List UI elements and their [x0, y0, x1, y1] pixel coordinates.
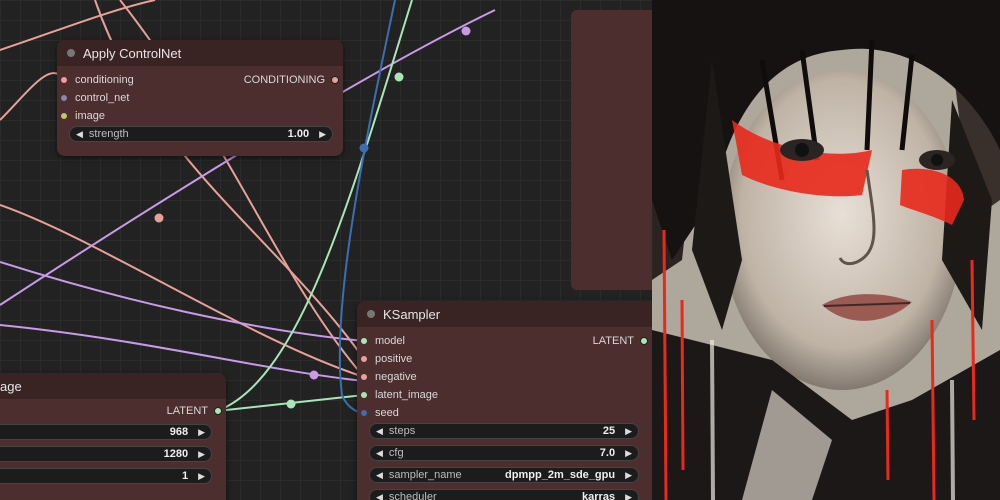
widget-label: cfg [388, 447, 404, 459]
widget-value: 1.00 [287, 128, 310, 140]
wire-reroute-dot[interactable] [394, 72, 404, 82]
slot-label: seed [375, 407, 399, 419]
slot-label: control_net [75, 92, 130, 104]
decrement-arrow-icon[interactable]: ◀ [376, 426, 383, 437]
wire-conditioning [0, 72, 65, 121]
sampler-name-widget[interactable]: ◀ sampler_name dpmpp_2m_sde_gpu ▶ [369, 467, 639, 483]
input-slot-negative[interactable]: negative [361, 369, 417, 385]
batch-size-widget[interactable]: 1 ▶ [0, 468, 212, 484]
node-title: age [0, 378, 22, 394]
widget-value: dpmpp_2m_sde_gpu [505, 469, 616, 481]
widget-label: steps [388, 425, 416, 437]
image-preview [652, 0, 1000, 500]
increment-arrow-icon[interactable]: ▶ [319, 129, 326, 140]
input-slot-image[interactable]: image [61, 108, 105, 124]
decrement-arrow-icon[interactable]: ◀ [376, 470, 383, 481]
slot-label: LATENT [592, 335, 634, 347]
strength-widget[interactable]: ◀ strength 1.00 ▶ [69, 126, 333, 142]
portrait-illustration [652, 0, 1000, 500]
ksampler-node[interactable]: KSampler model positive negative latent_… [357, 301, 652, 500]
wire-reroute-dot[interactable] [461, 26, 471, 36]
width-widget[interactable]: 968 ▶ [0, 424, 212, 440]
input-slot-latent-image[interactable]: latent_image [361, 387, 438, 403]
slot-dot-icon[interactable] [640, 337, 648, 345]
output-slot-latent[interactable]: LATENT [593, 333, 648, 349]
node-title: KSampler [383, 306, 441, 322]
wire-reroute-dot[interactable] [286, 399, 296, 409]
output-slot-latent[interactable]: LATENT [167, 403, 222, 419]
widget-value: karras [582, 491, 616, 500]
decrement-arrow-icon[interactable]: ◀ [376, 492, 383, 500]
decrement-arrow-icon[interactable]: ◀ [376, 448, 383, 459]
widget-label: strength [88, 128, 129, 140]
slot-dot-icon[interactable] [361, 392, 367, 398]
widget-value: 968 [169, 426, 189, 438]
node-title: Apply ControlNet [83, 45, 182, 61]
slot-dot-icon[interactable] [361, 338, 367, 344]
slot-label: latent_image [375, 389, 438, 401]
slot-label: conditioning [75, 74, 134, 86]
slot-dot-icon[interactable] [361, 374, 367, 380]
decrement-arrow-icon[interactable]: ◀ [76, 129, 83, 140]
increment-arrow-icon[interactable]: ▶ [198, 449, 205, 460]
wire-reroute-dot[interactable] [154, 213, 164, 223]
input-slot-control-net[interactable]: control_net [61, 90, 129, 106]
cfg-widget[interactable]: ◀ cfg 7.0 ▶ [369, 445, 639, 461]
apply-controlnet-node[interactable]: Apply ControlNet conditioning control_ne… [57, 40, 343, 156]
scheduler-widget[interactable]: ◀ scheduler karras ▶ [369, 489, 639, 500]
partial-node[interactable] [571, 10, 652, 290]
slot-label: negative [375, 371, 417, 383]
increment-arrow-icon[interactable]: ▶ [625, 426, 632, 437]
widget-label: scheduler [388, 491, 437, 500]
node-header[interactable]: KSampler [357, 301, 652, 327]
wire-reroute-dot[interactable] [309, 370, 319, 380]
widget-label: sampler_name [388, 469, 462, 481]
increment-arrow-icon[interactable]: ▶ [625, 470, 632, 481]
wire-reroute-dot[interactable] [359, 143, 369, 153]
slot-label: model [375, 335, 405, 347]
increment-arrow-icon[interactable]: ▶ [625, 492, 632, 500]
widget-value: 25 [602, 425, 616, 437]
node-header[interactable]: Apply ControlNet [57, 40, 343, 66]
collapse-dot-icon[interactable] [67, 49, 75, 57]
slot-label: image [75, 110, 105, 122]
slot-dot-icon[interactable] [61, 77, 67, 83]
increment-arrow-icon[interactable]: ▶ [198, 471, 205, 482]
slot-dot-icon[interactable] [361, 356, 367, 362]
output-slot-conditioning[interactable]: CONDITIONING [244, 72, 339, 88]
slot-dot-icon[interactable] [214, 407, 222, 415]
input-slot-conditioning[interactable]: conditioning [61, 72, 134, 88]
height-widget[interactable]: 1280 ▶ [0, 446, 212, 462]
input-slot-seed[interactable]: seed [361, 405, 399, 421]
node-header[interactable]: age [0, 373, 226, 399]
slot-label: CONDITIONING [243, 74, 325, 86]
input-slot-model[interactable]: model [361, 333, 405, 349]
increment-arrow-icon[interactable]: ▶ [625, 448, 632, 459]
collapse-dot-icon[interactable] [367, 310, 375, 318]
widget-value: 7.0 [599, 447, 616, 459]
empty-latent-image-node[interactable]: age LATENT 968 ▶ 1280 ▶ 1 ▶ [0, 373, 226, 500]
slot-label: LATENT [166, 405, 208, 417]
input-slot-positive[interactable]: positive [361, 351, 412, 367]
slot-dot-icon[interactable] [61, 95, 67, 101]
widget-value: 1 [181, 470, 189, 482]
slot-label: positive [375, 353, 413, 365]
slot-dot-icon[interactable] [331, 76, 339, 84]
node-graph-canvas[interactable]: Apply ControlNet conditioning control_ne… [0, 0, 652, 500]
increment-arrow-icon[interactable]: ▶ [198, 427, 205, 438]
slot-dot-icon[interactable] [61, 113, 67, 119]
widget-value: 1280 [163, 448, 189, 460]
slot-dot-icon[interactable] [361, 410, 367, 416]
steps-widget[interactable]: ◀ steps 25 ▶ [369, 423, 639, 439]
